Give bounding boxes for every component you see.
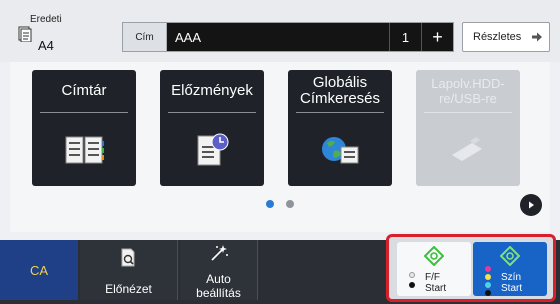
black-indicator: [485, 290, 491, 296]
auto-set-label-line1: Auto: [206, 272, 231, 286]
cyan-indicator: [485, 282, 491, 288]
bw-start-label-line2: Start: [425, 283, 447, 294]
add-address-button[interactable]: +: [421, 23, 453, 51]
tile-divider: [168, 112, 256, 113]
original-size-button[interactable]: Eredeti A4: [16, 14, 96, 56]
preview-icon: [121, 248, 134, 267]
color-start-label-line2: Start: [501, 283, 523, 294]
auto-set-label-line2: beállítás: [196, 286, 241, 300]
magic-wand-icon: [210, 245, 228, 261]
bw-start-button[interactable]: F/F Start: [397, 242, 471, 296]
magenta-indicator: [485, 266, 491, 272]
document-icon: [18, 26, 32, 42]
tile-title: Lapolv.HDD-re/USB-re: [431, 76, 505, 106]
screen: Eredeti A4 Cím AAA 1 + Részletes Címtár: [0, 0, 560, 304]
color-start-label-line1: Szín: [501, 272, 522, 283]
start-diamond-icon: [500, 246, 520, 266]
address-count[interactable]: 1: [389, 23, 421, 51]
start-buttons-highlight: F/F Start Szín Start: [386, 234, 556, 302]
white-indicator: [409, 272, 415, 278]
page-dot[interactable]: [286, 200, 294, 208]
original-label: Eredeti: [30, 14, 62, 25]
history-icon: [160, 122, 264, 178]
hdd-usb-icon: [416, 122, 520, 178]
address-book-icon: [32, 122, 136, 178]
tile-divider: [424, 112, 512, 113]
auto-set-label: Auto beállítás: [180, 272, 257, 300]
original-size-value: A4: [38, 38, 54, 53]
main-panel: Címtár Előzmények Globális Címkeresés La…: [10, 62, 550, 232]
details-button[interactable]: Részletes: [462, 22, 550, 52]
tile-address-book[interactable]: Címtár: [32, 70, 136, 186]
tile-title: Globális Címkeresés: [299, 74, 381, 107]
address-field[interactable]: AAA: [167, 23, 389, 51]
tile-divider: [40, 112, 128, 113]
tile-history[interactable]: Előzmények: [160, 70, 264, 186]
tile-hdd-usb-scan: Lapolv.HDD-re/USB-re: [416, 70, 520, 186]
tile-title: Előzmények: [171, 82, 253, 99]
tile-divider: [296, 112, 384, 113]
start-diamond-icon: [424, 246, 444, 266]
color-start-button[interactable]: Szín Start: [473, 242, 547, 296]
tile-title: Címtár: [61, 82, 107, 99]
clear-all-label: CA: [29, 262, 49, 278]
top-bar: Eredeti A4 Cím AAA 1 + Részletes: [0, 0, 560, 62]
auto-set-button[interactable]: Auto beállítás: [180, 240, 258, 300]
tile-global-address-search[interactable]: Globális Címkeresés: [288, 70, 392, 186]
next-page-button[interactable]: [520, 194, 542, 216]
yellow-indicator: [485, 274, 491, 280]
arrow-right-icon: [532, 32, 542, 42]
address-bar: Cím AAA 1 +: [122, 22, 454, 52]
color-start-label: Szín Start: [501, 272, 522, 294]
clear-all-button[interactable]: CA: [0, 240, 78, 300]
address-label: Cím: [123, 23, 167, 51]
bw-start-label-line1: F/F: [425, 272, 440, 283]
preview-label: Előnézet: [105, 282, 152, 296]
global-address-search-icon: [288, 122, 392, 178]
details-label: Részletes: [473, 31, 522, 43]
page-dot-active: [266, 200, 274, 208]
bw-start-label: F/F Start: [425, 272, 446, 294]
preview-button[interactable]: Előnézet: [80, 240, 178, 300]
play-icon: [529, 201, 534, 209]
black-indicator: [409, 282, 415, 288]
